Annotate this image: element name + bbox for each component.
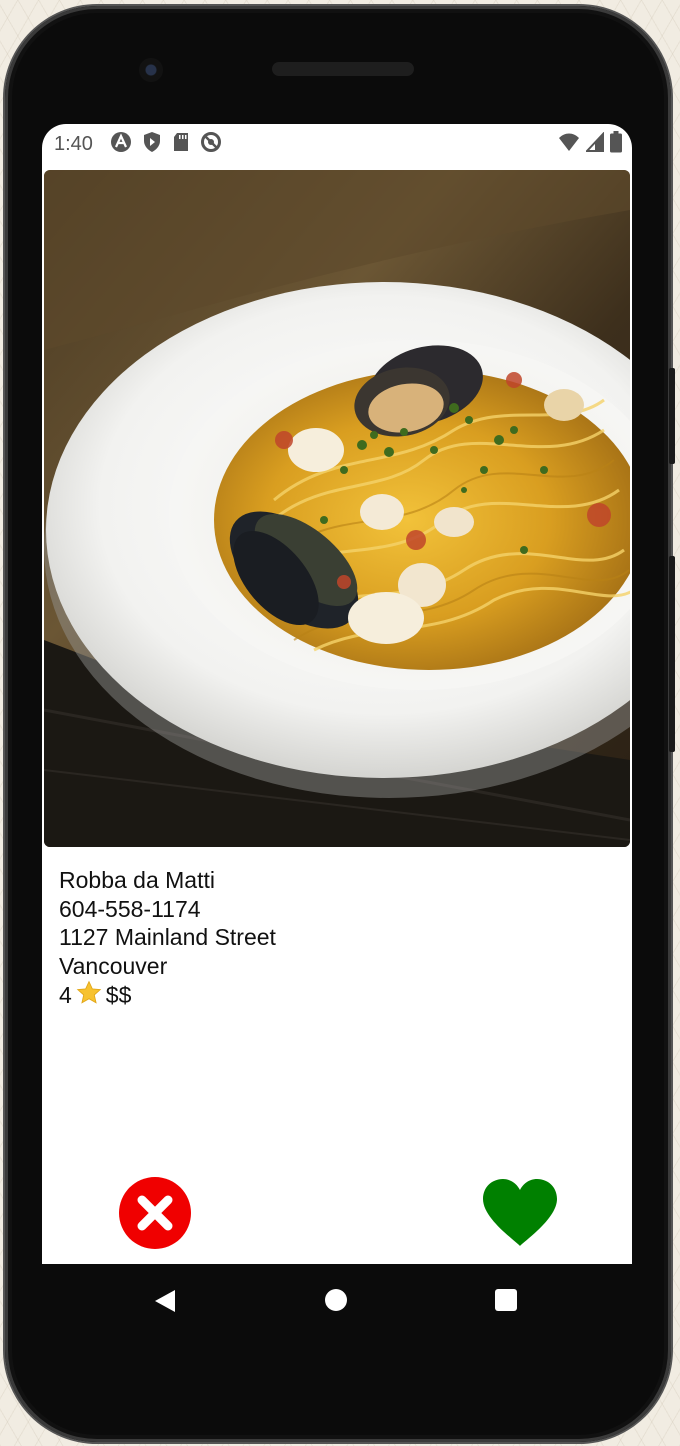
heart-icon [483,1179,557,1246]
earpiece-speaker [272,62,414,76]
battery-icon [610,131,622,153]
like-button[interactable] [481,1178,559,1248]
restaurant-photo [44,170,630,847]
restaurant-city: Vancouver [59,952,168,979]
app-screen: 1:40 Robba da Matti 604-558-1174 1127 Ma… [42,124,632,1264]
wifi-icon [559,133,579,151]
status-bar: 1:40 [42,124,632,170]
restaurant-name: Robba da Matti [59,867,215,893]
no-sync-icon [201,132,221,152]
notification-icons [110,131,222,153]
sd-card-icon [174,133,188,151]
nav-home-icon[interactable] [325,1289,347,1311]
price-level: $$ [105,982,132,1008]
seafood-pasta-photo [44,170,630,847]
volume-button [669,368,675,464]
status-time: 1:40 [54,133,93,155]
close-circle-icon [119,1177,191,1249]
front-camera [139,58,163,82]
star-icon [76,980,102,1013]
restaurant-details: Robba da Matti 604-558-1174 1127 Mainlan… [59,866,276,1013]
rating-value: 4 [59,982,72,1008]
nav-back-icon[interactable] [154,1289,176,1313]
power-button [669,556,675,752]
shield-icon [144,132,160,152]
signal-icon [586,132,604,152]
android-nav-bar [42,1264,632,1338]
restaurant-phone: 604-558-1174 [59,895,201,922]
system-status-icons [558,131,622,153]
rating-row: 4 $$ [59,980,276,1013]
reject-button[interactable] [118,1176,192,1250]
restaurant-address: 1127 Mainland Street [59,924,276,950]
nav-recents-icon[interactable] [495,1289,517,1311]
app-a-icon [111,132,131,152]
